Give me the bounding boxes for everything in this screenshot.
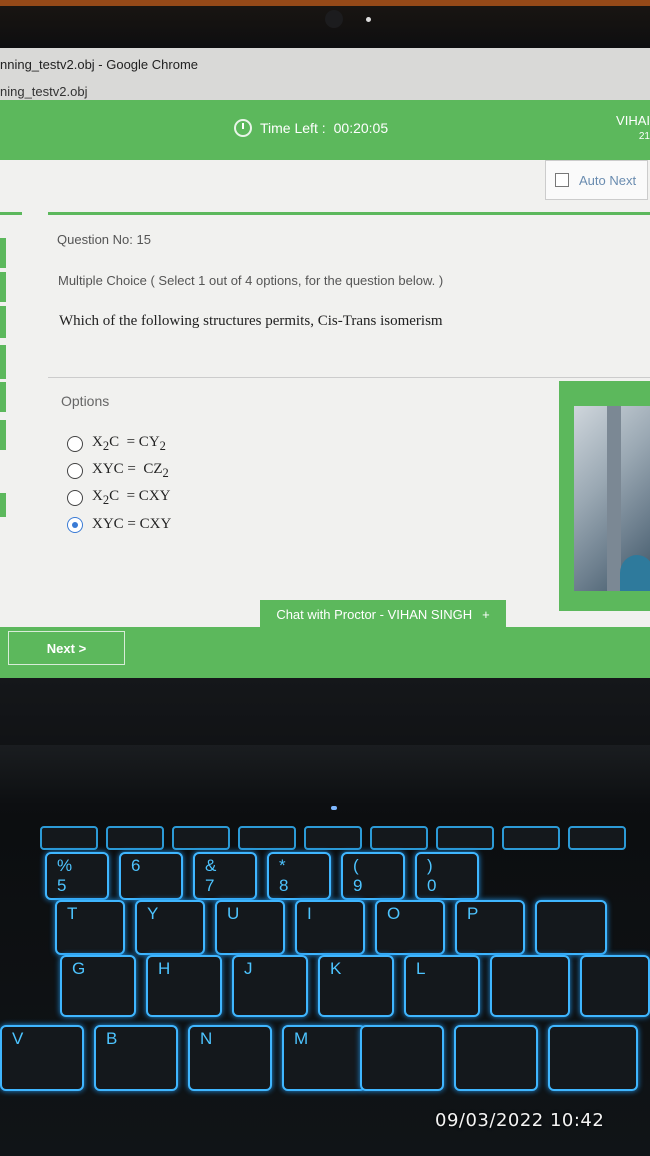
option-2[interactable]: XYC = CZ2 (67, 457, 171, 484)
power-led-icon (331, 806, 337, 810)
number-key: % 5 (45, 852, 109, 900)
option-4[interactable]: XYC = CXY (67, 511, 171, 538)
auto-next-checkbox[interactable] (555, 173, 569, 187)
laptop-hinge (0, 745, 650, 805)
letter-key: P (455, 900, 525, 955)
function-key (436, 826, 494, 850)
function-key (40, 826, 98, 850)
number-key: 6 (119, 852, 183, 900)
question-nav-indicator[interactable] (0, 272, 6, 302)
letter-key: U (215, 900, 285, 955)
time-left: Time Left : 00:20:05 (234, 119, 388, 137)
number-key: * 8 (267, 852, 331, 900)
chat-label: Chat with Proctor - VIHAN SINGH (276, 606, 473, 622)
letter-key: H (146, 955, 222, 1017)
option-text: XYC = CZ2 (92, 460, 169, 480)
next-button[interactable]: Next > (8, 631, 125, 665)
letter-key: N (188, 1025, 272, 1091)
letter-key: G (60, 955, 136, 1017)
option-radio[interactable] (67, 435, 83, 452)
letter-key: O (375, 900, 445, 955)
question-nav-indicator[interactable] (0, 238, 6, 268)
function-key (502, 826, 560, 850)
webcam-feed-background (607, 406, 621, 591)
semicolon-key (490, 955, 570, 1017)
question-nav-indicator[interactable] (0, 345, 6, 379)
exam-header: Time Left : 00:20:05 VIHAI 21 (0, 100, 650, 160)
function-key (238, 826, 296, 850)
option-text: X2C = CXY (92, 487, 171, 507)
photo-timestamp: 09/03/2022 10:42 (435, 1110, 605, 1131)
letter-key: J (232, 955, 308, 1017)
option-1[interactable]: X2C = CY2 (67, 430, 171, 457)
letter-key: I (295, 900, 365, 955)
chat-with-proctor-button[interactable]: Chat with Proctor - VIHAN SINGH + (260, 600, 506, 628)
letter-key: B (94, 1025, 178, 1091)
auto-next-label: Auto Next (579, 172, 637, 188)
webcam-led-icon (366, 17, 371, 22)
options-label: Options (61, 393, 110, 409)
slash-key (548, 1025, 638, 1091)
browser-titlebar: nning_testv2.obj - Google Chrome ning_te… (0, 48, 650, 104)
user-number: 21 (638, 131, 650, 142)
question-text: Which of the following structures permit… (59, 313, 443, 329)
user-name: VIHAI (616, 113, 650, 128)
comma-key (360, 1025, 444, 1091)
ambient-light (0, 0, 650, 6)
question-number: Question No: 15 (57, 232, 151, 247)
letter-key: L (404, 955, 480, 1017)
question-nav-indicator[interactable] (0, 306, 6, 338)
function-key (172, 826, 230, 850)
option-radio[interactable] (67, 516, 83, 533)
exam-footer: Next > (0, 627, 650, 678)
time-left-label: Time Left : (260, 120, 326, 136)
period-key (454, 1025, 538, 1091)
number-key: ) 0 (415, 852, 479, 900)
question-type: Multiple Choice ( Select 1 out of 4 opti… (58, 273, 444, 288)
letter-key: Y (135, 900, 205, 955)
option-text: X2C = CY2 (92, 433, 166, 453)
clock-icon (234, 119, 252, 137)
user-info: VIHAI 21 (616, 113, 650, 142)
divider (48, 212, 650, 215)
bracket-key (535, 900, 607, 955)
quote-key (580, 955, 650, 1017)
letter-key: M (282, 1025, 366, 1091)
letter-key: T (55, 900, 125, 955)
webcam-icon (325, 10, 343, 28)
options-list: X2C = CY2 XYC = CZ2 X2C = CXY XYC = CXY (67, 430, 171, 538)
function-key (106, 826, 164, 850)
number-key: ( 9 (341, 852, 405, 900)
question-nav-indicator[interactable] (0, 382, 6, 412)
question-nav-indicator[interactable] (0, 493, 6, 517)
number-key: & 7 (193, 852, 257, 900)
window-title: nning_testv2.obj - Google Chrome (0, 57, 199, 72)
tab-title[interactable]: ning_testv2.obj (0, 84, 87, 99)
auto-next-toggle[interactable]: Auto Next (545, 160, 648, 200)
option-radio[interactable] (67, 462, 83, 479)
time-left-value: 00:20:05 (333, 120, 389, 136)
laptop-bezel (0, 0, 650, 48)
option-radio[interactable] (67, 489, 83, 506)
divider (0, 212, 22, 215)
exam-page: Time Left : 00:20:05 VIHAI 21 Auto Next … (0, 100, 650, 678)
webcam-feed (574, 406, 650, 591)
letter-key: V (0, 1025, 84, 1091)
divider (48, 377, 650, 378)
function-key (304, 826, 362, 850)
option-text: XYC = CXY (92, 516, 172, 532)
letter-key: K (318, 955, 394, 1017)
function-key (568, 826, 626, 850)
proctor-video-panel (559, 381, 650, 611)
function-key (370, 826, 428, 850)
plus-icon: + (482, 606, 490, 622)
question-nav-indicator[interactable] (0, 420, 6, 450)
option-3[interactable]: X2C = CXY (67, 484, 171, 511)
webcam-feed-person (620, 555, 650, 591)
